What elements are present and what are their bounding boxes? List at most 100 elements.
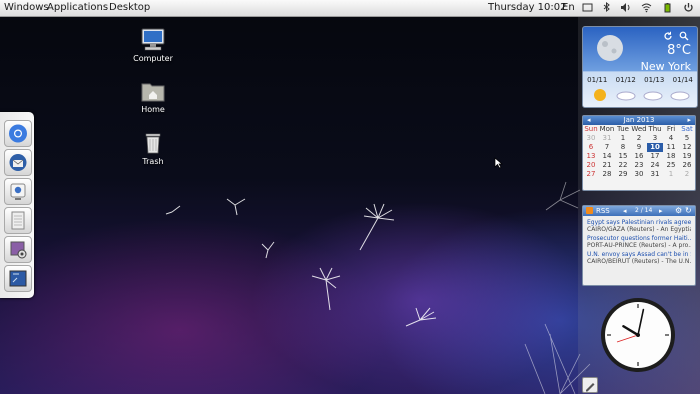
calendar-day[interactable]: 24 xyxy=(647,161,663,170)
battery-icon[interactable] xyxy=(662,2,673,13)
weekday-label: Wed xyxy=(631,125,647,133)
calendar-days: 30 31 1 2 3 4 5 6 7 8 9 10 11 12 13 14 15 16 17 18 19 20 21 22 2… xyxy=(583,134,695,179)
prev-month-button[interactable]: ◂ xyxy=(587,116,591,124)
menu-desktop[interactable]: Desktop xyxy=(109,2,150,13)
calendar-day[interactable]: 30 xyxy=(583,134,599,143)
calendar-widget[interactable]: ◂ Jan 2013 ▸ Sun Mon Tue Wed Thu Fri Sat… xyxy=(582,115,696,191)
chrome-icon xyxy=(9,124,27,143)
calendar-day[interactable]: 22 xyxy=(615,161,631,170)
desktop-icon-home[interactable]: Home xyxy=(123,79,183,114)
rss-feed-icon xyxy=(586,207,593,214)
calendar-day[interactable]: 14 xyxy=(599,152,615,161)
calendar-day[interactable]: 26 xyxy=(679,161,695,170)
calendar-day[interactable]: 6 xyxy=(583,143,599,152)
calendar-day[interactable]: 5 xyxy=(679,134,695,143)
rss-title: RSS xyxy=(596,207,610,215)
calendar-day[interactable]: 1 xyxy=(615,134,631,143)
volume-icon[interactable] xyxy=(620,2,631,13)
calendar-day[interactable]: 2 xyxy=(631,134,647,143)
calendar-day[interactable]: 1 xyxy=(663,170,679,179)
calendar-day[interactable]: 9 xyxy=(631,143,647,152)
settings-icon xyxy=(10,241,27,259)
calendar-day[interactable]: 3 xyxy=(647,134,663,143)
weekday-label: Sat xyxy=(681,125,693,133)
weather-widget[interactable]: 8°C New York 01/11 01/12 01/13 01/14 xyxy=(582,26,698,108)
rss-prev-button[interactable]: ◂ xyxy=(623,207,627,215)
calendar-day[interactable]: 8 xyxy=(615,143,631,152)
desktop-icon-computer[interactable]: Computer xyxy=(123,28,183,63)
calendar-day[interactable]: 25 xyxy=(663,161,679,170)
top-panel: Windows Applications Desktop Thursday 10… xyxy=(0,0,700,17)
calendar-day[interactable]: 23 xyxy=(631,161,647,170)
rss-item-headline[interactable]: U.N. envoy says Assad can't be in S... xyxy=(587,251,691,258)
bluetooth-icon[interactable] xyxy=(601,2,612,13)
calendar-week: 27 28 29 30 31 1 2 xyxy=(583,170,695,179)
rss-item-headline[interactable]: Prosecutor questions former Haiti... xyxy=(587,235,691,242)
calendar-today[interactable]: 10 xyxy=(647,143,663,152)
refresh-icon[interactable] xyxy=(663,31,673,41)
gear-icon[interactable]: ⚙ xyxy=(675,206,682,215)
mouse-cursor-icon xyxy=(494,157,503,169)
dock xyxy=(0,112,34,298)
calendar-day[interactable]: 4 xyxy=(663,134,679,143)
calendar-day[interactable]: 13 xyxy=(583,152,599,161)
rss-item-headline[interactable]: Egypt says Palestinian rivals agree t... xyxy=(587,219,691,226)
calendar-day[interactable]: 7 xyxy=(599,143,615,152)
calendar-week: 13 14 15 16 17 18 19 xyxy=(583,152,695,161)
forecast-date: 01/14 xyxy=(672,76,693,84)
calendar-day[interactable]: 12 xyxy=(679,143,695,152)
calendar-day[interactable]: 30 xyxy=(631,170,647,179)
weekday-label: Mon xyxy=(599,125,615,133)
menu-windows[interactable]: Windows xyxy=(4,2,49,13)
screen-icon[interactable] xyxy=(582,2,593,13)
weather-temperature: 8°C xyxy=(667,43,691,58)
calendar-day[interactable]: 16 xyxy=(631,152,647,161)
calendar-day[interactable]: 28 xyxy=(599,170,615,179)
calendar-day[interactable]: 31 xyxy=(599,134,615,143)
calendar-day[interactable]: 27 xyxy=(583,170,599,179)
home-folder-icon xyxy=(141,83,165,102)
panel-clock[interactable]: Thursday 10:02 xyxy=(488,2,567,13)
webcam-icon xyxy=(10,183,26,200)
analog-clock-widget[interactable] xyxy=(599,296,677,374)
dock-item-thunderbird[interactable] xyxy=(4,149,32,176)
next-month-button[interactable]: ▸ xyxy=(687,116,691,124)
calendar-weekdays: Sun Mon Tue Wed Thu Fri Sat xyxy=(583,125,695,134)
rss-page-indicator: 2 / 14 xyxy=(635,207,653,214)
calendar-day[interactable]: 18 xyxy=(663,152,679,161)
search-icon[interactable] xyxy=(679,31,689,41)
cloud-icon xyxy=(643,91,663,101)
refresh-icon[interactable]: ↻ xyxy=(685,206,692,215)
calendar-day[interactable]: 19 xyxy=(679,152,695,161)
calendar-day[interactable]: 2 xyxy=(679,170,695,179)
wifi-icon[interactable] xyxy=(641,2,652,13)
dock-item-webcam[interactable] xyxy=(4,178,32,205)
power-icon[interactable] xyxy=(683,2,694,13)
dock-item-settings[interactable] xyxy=(4,236,32,263)
cloud-icon xyxy=(670,91,690,101)
desktop-icon-label: Home xyxy=(141,105,165,114)
calendar-day[interactable]: 17 xyxy=(647,152,663,161)
weather-city: New York xyxy=(640,60,691,73)
weekday-label: Sun xyxy=(584,125,598,133)
desktop-background[interactable]: Windows Applications Desktop Thursday 10… xyxy=(0,0,700,394)
dock-item-chrome[interactable] xyxy=(4,120,32,147)
rss-widget[interactable]: RSS ◂ 2 / 14 ▸ ⚙ ↻ Egypt says Palestinia… xyxy=(582,205,696,286)
keyboard-layout-indicator[interactable]: En xyxy=(562,2,575,13)
dock-item-file-manager[interactable] xyxy=(4,207,32,234)
calendar-day[interactable]: 31 xyxy=(647,170,663,179)
thunderbird-icon xyxy=(9,154,27,171)
calendar-day[interactable]: 29 xyxy=(615,170,631,179)
forecast-icons xyxy=(594,89,690,101)
desktop-icon-trash[interactable]: Trash xyxy=(123,131,183,166)
dock-item-terminal[interactable] xyxy=(4,265,32,292)
calendar-day[interactable]: 20 xyxy=(583,161,599,170)
calendar-day[interactable]: 21 xyxy=(599,161,615,170)
forecast-date: 01/13 xyxy=(644,76,665,84)
calendar-day[interactable]: 11 xyxy=(663,143,679,152)
calendar-day[interactable]: 15 xyxy=(615,152,631,161)
edit-widgets-button[interactable] xyxy=(582,377,598,393)
rss-next-button[interactable]: ▸ xyxy=(659,207,663,215)
menu-applications[interactable]: Applications xyxy=(47,2,108,13)
weekday-label: Tue xyxy=(617,125,629,133)
